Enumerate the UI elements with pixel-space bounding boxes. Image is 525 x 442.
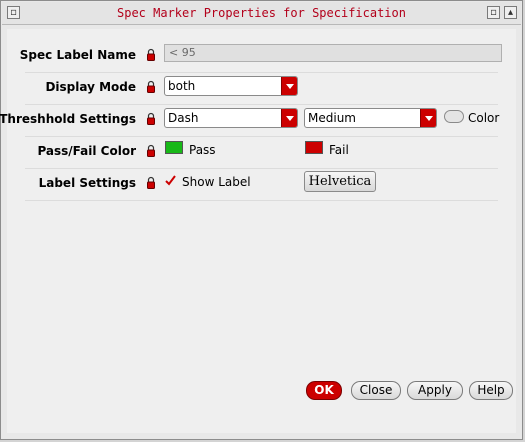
help-button[interactable]: Help [469, 381, 513, 400]
close-button[interactable]: Close [351, 381, 401, 400]
lock-icon[interactable] [147, 176, 155, 189]
line-style-select[interactable]: Dash [164, 108, 298, 128]
pass-color-swatch[interactable] [165, 141, 183, 154]
spec-label-name-label: Spec Label Name [19, 48, 136, 62]
lock-icon[interactable] [147, 48, 155, 61]
window-title: Spec Marker Properties for Specification [117, 6, 406, 20]
line-width-value: Medium [308, 111, 356, 125]
lock-icon[interactable] [147, 112, 155, 125]
dialog-content: Spec Label Name < 95 Display Mode both T… [0, 29, 516, 433]
row-spec-label-name: Spec Label Name < 95 [20, 41, 502, 73]
chevron-down-icon[interactable] [281, 77, 297, 95]
row-display-mode: Display Mode both [25, 73, 498, 105]
maximize-icon[interactable]: ▴ [504, 6, 517, 19]
fail-color-swatch[interactable] [305, 141, 323, 154]
threshold-settings-label: Threshhold Settings [0, 112, 136, 126]
dialog-window: ▫ Spec Marker Properties for Specificati… [0, 0, 523, 440]
fail-label: Fail [329, 143, 349, 157]
display-mode-label: Display Mode [45, 80, 136, 94]
minimize-icon[interactable]: ▫ [487, 6, 500, 19]
color-toggle[interactable] [444, 110, 464, 123]
display-mode-value: both [168, 79, 196, 93]
pass-fail-color-label: Pass/Fail Color [37, 144, 136, 158]
row-label-settings: Label Settings Show Label Helvetica [25, 169, 498, 201]
font-button[interactable]: Helvetica [304, 171, 376, 192]
label-settings-label: Label Settings [38, 176, 136, 190]
display-mode-select[interactable]: both [164, 76, 298, 96]
lock-icon[interactable] [147, 80, 155, 93]
chevron-down-icon[interactable] [281, 109, 297, 127]
title-bar[interactable]: ▫ Spec Marker Properties for Specificati… [2, 2, 521, 25]
spec-label-name-field[interactable]: < 95 [164, 44, 502, 62]
lock-icon[interactable] [147, 144, 155, 157]
row-threshold-settings: Threshhold Settings Dash Medium Color [0, 105, 500, 137]
line-style-value: Dash [168, 111, 199, 125]
line-width-select[interactable]: Medium [304, 108, 437, 128]
chevron-down-icon[interactable] [420, 109, 436, 127]
show-label-text: Show Label [182, 175, 251, 189]
pass-label: Pass [189, 143, 216, 157]
apply-button[interactable]: Apply [407, 381, 463, 400]
color-label: Color [468, 111, 500, 125]
ok-button[interactable]: OK [306, 381, 342, 400]
checkmark-icon[interactable] [165, 175, 176, 186]
row-pass-fail-color: Pass/Fail Color Pass Fail [25, 137, 498, 169]
